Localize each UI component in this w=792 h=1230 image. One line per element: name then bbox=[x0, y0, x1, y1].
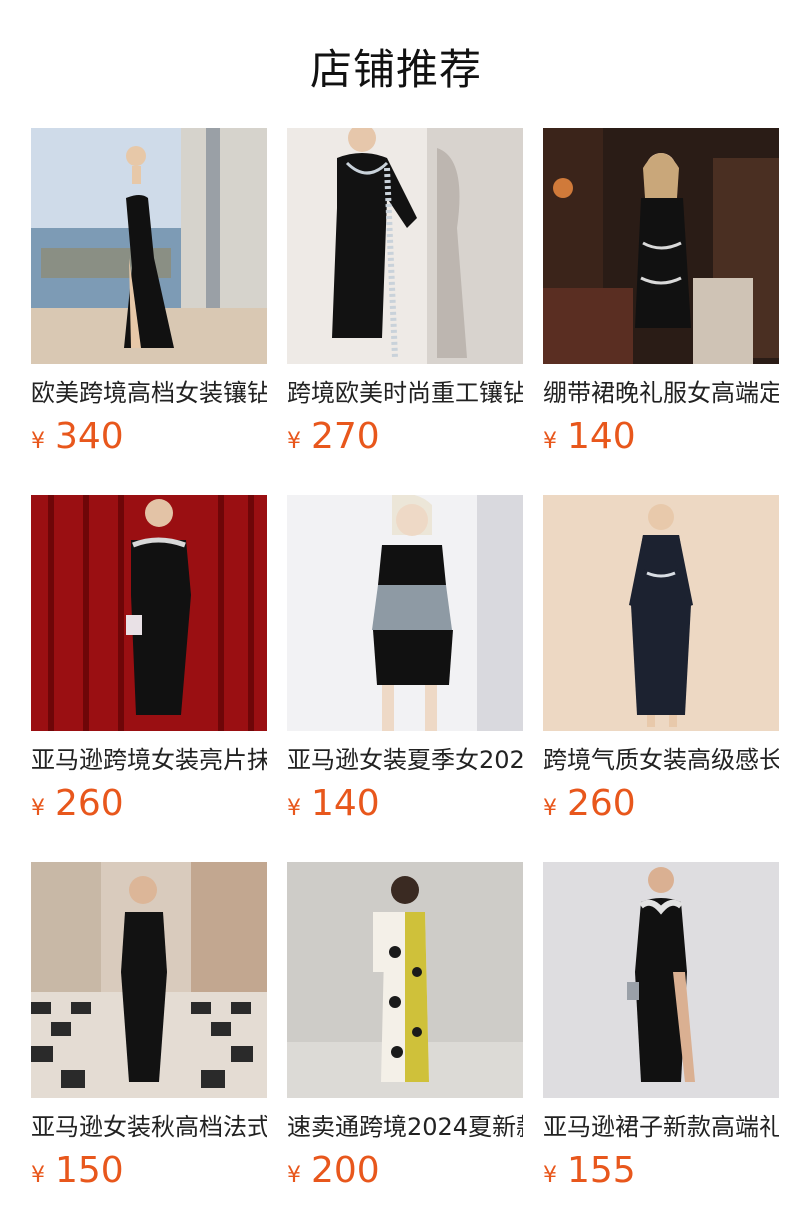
currency-symbol: ¥ bbox=[287, 429, 301, 454]
product-price: ¥260 bbox=[543, 781, 779, 827]
product-image[interactable] bbox=[287, 128, 523, 364]
product-name[interactable]: 亚马逊跨境女装亮片抹胸 bbox=[31, 743, 267, 777]
product-card[interactable]: 亚马逊女装夏季女2024 ¥140 bbox=[287, 495, 523, 827]
product-image[interactable] bbox=[31, 128, 267, 364]
product-card[interactable]: 跨境气质女装高级感长裙 ¥260 bbox=[543, 495, 779, 827]
currency-symbol: ¥ bbox=[31, 429, 45, 454]
price-value: 140 bbox=[311, 783, 380, 824]
product-name[interactable]: 欧美跨境高档女装镶钻 bbox=[31, 376, 267, 410]
product-price: ¥140 bbox=[287, 781, 523, 827]
product-name[interactable]: 跨境欧美时尚重工镶钻 bbox=[287, 376, 523, 410]
product-card[interactable]: 亚马逊跨境女装亮片抹胸 ¥260 bbox=[31, 495, 267, 827]
product-card[interactable]: 亚马逊女装秋高档法式 ¥150 bbox=[31, 862, 267, 1194]
currency-symbol: ¥ bbox=[31, 1163, 45, 1188]
price-value: 150 bbox=[55, 1150, 124, 1191]
product-image[interactable] bbox=[543, 495, 779, 731]
product-price: ¥260 bbox=[31, 781, 267, 827]
page-title: 店铺推荐 bbox=[309, 45, 482, 94]
currency-symbol: ¥ bbox=[287, 1163, 301, 1188]
product-name[interactable]: 亚马逊女装夏季女2024 bbox=[287, 743, 523, 777]
product-card[interactable]: 亚马逊裙子新款高端礼服 ¥155 bbox=[543, 862, 779, 1194]
product-name[interactable]: 跨境气质女装高级感长裙 bbox=[543, 743, 779, 777]
price-value: 260 bbox=[55, 783, 124, 824]
currency-symbol: ¥ bbox=[543, 429, 557, 454]
product-name[interactable]: 速卖通跨境2024夏新款 bbox=[287, 1110, 523, 1144]
price-value: 270 bbox=[311, 416, 380, 457]
currency-symbol: ¥ bbox=[543, 796, 557, 821]
price-value: 260 bbox=[567, 783, 636, 824]
product-price: ¥200 bbox=[287, 1148, 523, 1194]
product-price: ¥270 bbox=[287, 414, 523, 460]
product-card[interactable]: 跨境欧美时尚重工镶钻 ¥270 bbox=[287, 128, 523, 460]
product-image[interactable] bbox=[543, 128, 779, 364]
currency-symbol: ¥ bbox=[287, 796, 301, 821]
product-image[interactable] bbox=[287, 862, 523, 1098]
price-value: 155 bbox=[567, 1150, 636, 1191]
product-name[interactable]: 亚马逊女装秋高档法式 bbox=[31, 1110, 267, 1144]
price-value: 140 bbox=[567, 416, 636, 457]
product-name[interactable]: 绷带裙晚礼服女高端定制 bbox=[543, 376, 779, 410]
product-price: ¥150 bbox=[31, 1148, 267, 1194]
product-price: ¥340 bbox=[31, 414, 267, 460]
currency-symbol: ¥ bbox=[543, 1163, 557, 1188]
currency-symbol: ¥ bbox=[31, 796, 45, 821]
product-image[interactable] bbox=[31, 862, 267, 1098]
product-card[interactable]: 绷带裙晚礼服女高端定制 ¥140 bbox=[543, 128, 779, 460]
product-image[interactable] bbox=[543, 862, 779, 1098]
product-price: ¥155 bbox=[543, 1148, 779, 1194]
product-image[interactable] bbox=[287, 495, 523, 731]
product-price: ¥140 bbox=[543, 414, 779, 460]
product-name[interactable]: 亚马逊裙子新款高端礼服 bbox=[543, 1110, 779, 1144]
product-image[interactable] bbox=[31, 495, 267, 731]
product-card[interactable]: 速卖通跨境2024夏新款 ¥200 bbox=[287, 862, 523, 1194]
product-card[interactable]: 欧美跨境高档女装镶钻 ¥340 bbox=[31, 128, 267, 460]
price-value: 200 bbox=[311, 1150, 380, 1191]
price-value: 340 bbox=[55, 416, 124, 457]
